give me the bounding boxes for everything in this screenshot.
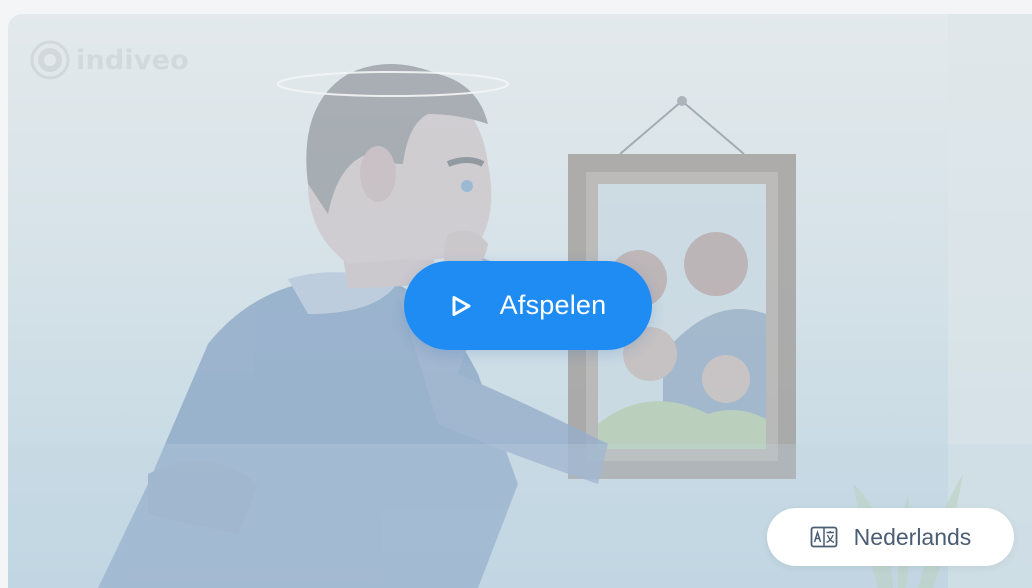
language-selector-button[interactable]: Nederlands — [767, 508, 1014, 566]
indiveo-logo-icon — [30, 40, 70, 80]
play-button[interactable]: Afspelen — [404, 261, 652, 350]
brand-name: indiveo — [76, 44, 189, 76]
language-label: Nederlands — [853, 523, 972, 550]
brand-logo: indiveo — [30, 40, 189, 80]
play-button-label: Afspelen — [499, 290, 607, 320]
translate-icon — [810, 526, 838, 548]
play-icon — [452, 295, 471, 316]
video-player[interactable]: indiveo Afspelen Nederlands — [8, 14, 1032, 588]
